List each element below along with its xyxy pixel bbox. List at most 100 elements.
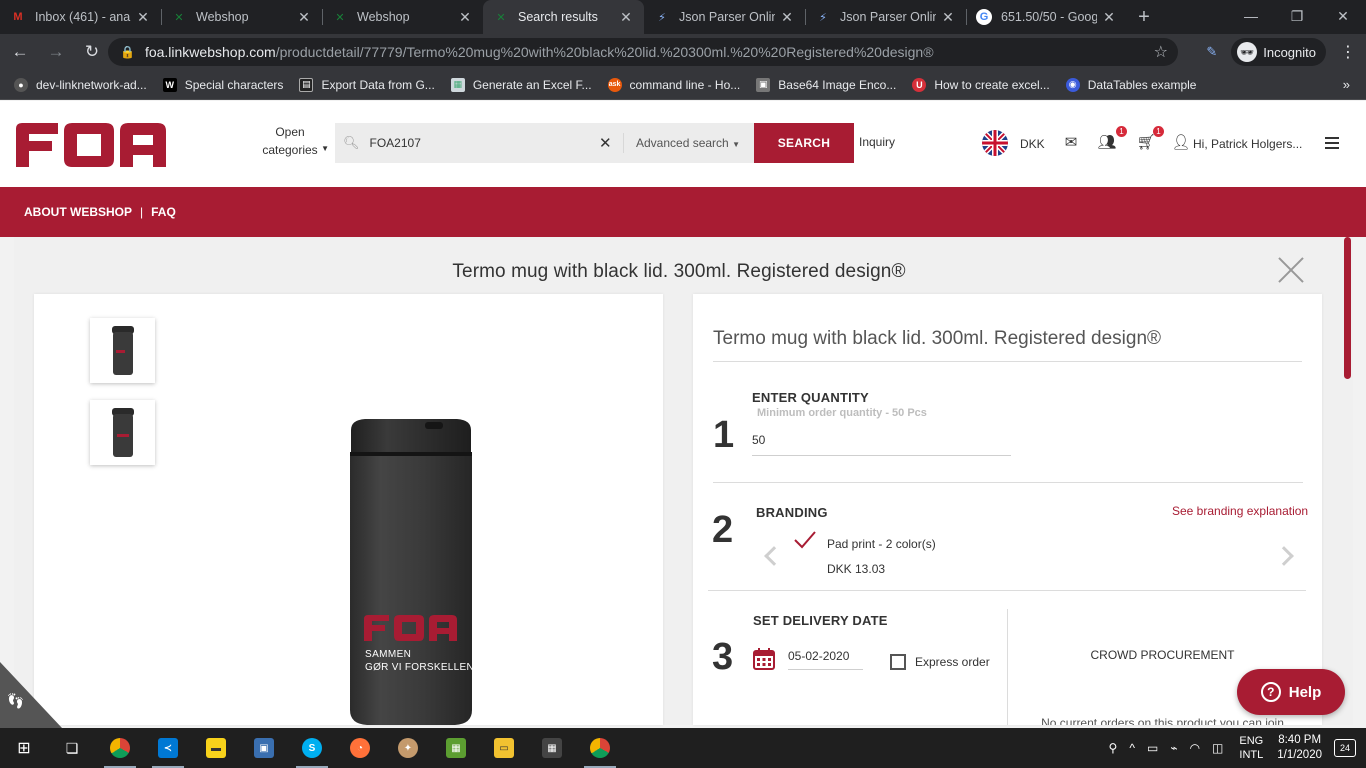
branding-option-name[interactable]: Pad print - 2 color(s) bbox=[827, 537, 936, 551]
delivery-date-input[interactable] bbox=[788, 642, 863, 670]
sticky-notes-icon[interactable]: ▬ bbox=[192, 728, 240, 768]
express-order-checkbox[interactable]: Express order bbox=[890, 654, 990, 670]
bookmark-star-icon[interactable]: ☆ bbox=[1154, 42, 1168, 62]
step-label: ENTER QUANTITY bbox=[752, 390, 869, 405]
footprints-icon[interactable]: 👣︎ bbox=[6, 692, 25, 710]
reload-icon[interactable]: ↻ bbox=[76, 36, 108, 68]
bookmark-item[interactable]: ▤ Export Data from G... bbox=[299, 77, 435, 92]
inquiry-link[interactable]: Inquiry bbox=[859, 135, 895, 149]
foa-logo[interactable] bbox=[14, 121, 168, 169]
language-indicator[interactable]: ENG INTL bbox=[1239, 734, 1263, 762]
bookmark-item[interactable]: ▦ Generate an Excel F... bbox=[450, 77, 592, 92]
task-view-icon[interactable]: ❏ bbox=[48, 728, 96, 768]
browser-tab-active[interactable]: ✕ Search results ✕ bbox=[483, 0, 644, 34]
mug-thumbnail-image bbox=[111, 325, 134, 375]
tab-close-icon[interactable]: ✕ bbox=[135, 9, 151, 26]
restore-icon[interactable]: ❐ bbox=[1274, 0, 1320, 32]
tray-chevron-icon[interactable]: ^ bbox=[1129, 741, 1135, 755]
incognito-indicator[interactable]: 🕶 Incognito bbox=[1231, 38, 1326, 66]
bookmark-item[interactable]: ask command line - Ho... bbox=[607, 77, 740, 92]
clear-search-icon[interactable]: ✕ bbox=[599, 134, 612, 152]
bookmark-item[interactable]: ◉ DataTables example bbox=[1065, 77, 1196, 92]
bookmark-item[interactable]: ▣ Base64 Image Enco... bbox=[756, 77, 896, 92]
chrome-taskbar-icon[interactable] bbox=[576, 728, 624, 768]
address-bar[interactable]: 🔒 foa.linkwebshop.com/productdetail/7777… bbox=[108, 38, 1178, 66]
product-modal: Termo mug with black lid. 300ml. Registe… bbox=[14, 237, 1344, 725]
cart-icon[interactable]: 🛒︎ bbox=[1136, 134, 1155, 151]
tab-close-icon[interactable]: ✕ bbox=[457, 9, 473, 26]
menu-dots-icon[interactable]: ⋮ bbox=[1340, 42, 1356, 62]
bookmark-item[interactable]: ● dev-linknetwork-ad... bbox=[14, 77, 147, 92]
bookmarks-overflow-icon[interactable]: » bbox=[1343, 77, 1350, 92]
skype-taskbar-icon[interactable]: S bbox=[288, 728, 336, 768]
browser-tab[interactable]: M Inbox (461) - anan ✕ bbox=[0, 0, 161, 34]
product-thumbnail[interactable] bbox=[90, 318, 155, 383]
tab-close-icon[interactable]: ✕ bbox=[296, 9, 312, 26]
calculator-icon[interactable]: ▦ bbox=[528, 728, 576, 768]
browser-tab[interactable]: ⚡ Json Parser Online ✕ bbox=[805, 0, 966, 34]
branding-explanation-link[interactable]: See branding explanation bbox=[1172, 504, 1308, 518]
browser-tab[interactable]: ✕ Webshop ✕ bbox=[322, 0, 483, 34]
mug-thumbnail-image bbox=[111, 407, 134, 457]
chevron-right-icon[interactable] bbox=[1274, 546, 1294, 566]
network-app-icon[interactable]: ▣ bbox=[240, 728, 288, 768]
clock[interactable]: 8:40 PM 1/1/2020 bbox=[1277, 733, 1322, 763]
browser-tab[interactable]: G 651.50/50 - Googl ✕ bbox=[966, 0, 1127, 34]
user-greeting[interactable]: Hi, Patrick Holgers... bbox=[1193, 137, 1302, 151]
volume-icon[interactable]: ◫ bbox=[1212, 741, 1223, 755]
about-webshop-link[interactable]: ABOUT WEBSHOP bbox=[24, 205, 132, 219]
windows-start-icon[interactable]: ⊞ bbox=[0, 728, 48, 768]
excel-doc-icon: ▦ bbox=[450, 77, 465, 92]
hamburger-menu-icon[interactable] bbox=[1325, 137, 1339, 149]
close-modal-icon[interactable] bbox=[1278, 257, 1304, 283]
chrome-taskbar-icon[interactable] bbox=[96, 728, 144, 768]
quantity-input[interactable] bbox=[752, 424, 1011, 456]
uk-flag-icon[interactable] bbox=[982, 130, 1008, 156]
faq-link[interactable]: FAQ bbox=[151, 205, 176, 219]
keyboard-layout: INTL bbox=[1239, 749, 1264, 761]
gmail-icon: M bbox=[13, 11, 23, 23]
notifications-icon[interactable]: 24 bbox=[1334, 739, 1356, 757]
chevron-left-icon[interactable] bbox=[764, 546, 784, 566]
tab-close-icon[interactable]: ✕ bbox=[779, 9, 795, 26]
browser-tab[interactable]: ✕ Webshop ✕ bbox=[161, 0, 322, 34]
step-label: SET DELIVERY DATE bbox=[753, 613, 888, 628]
firefox-icon[interactable]: ◔ bbox=[336, 728, 384, 768]
browser-tab[interactable]: ⚡ Json Parser Online ✕ bbox=[644, 0, 805, 34]
step-number: 2 bbox=[712, 509, 734, 551]
close-window-icon[interactable]: ✕ bbox=[1320, 0, 1366, 32]
help-button[interactable]: ? Help bbox=[1237, 669, 1345, 715]
currency-selector[interactable]: DKK bbox=[1020, 137, 1045, 151]
back-icon[interactable]: ← bbox=[4, 36, 36, 68]
spreadsheet-app-icon[interactable]: ▦ bbox=[432, 728, 480, 768]
tab-close-icon[interactable]: ✕ bbox=[940, 9, 956, 26]
wifi-icon[interactable]: ◠ bbox=[1190, 741, 1200, 755]
webshop-icon: ✕ bbox=[496, 11, 506, 24]
mail-icon[interactable]: ✉ bbox=[1062, 134, 1080, 151]
scrollbar-thumb[interactable] bbox=[1344, 237, 1351, 379]
checkbox-box[interactable] bbox=[890, 654, 906, 670]
bookmark-item[interactable]: W Special characters bbox=[162, 77, 283, 92]
bookmark-item[interactable]: U How to create excel... bbox=[912, 77, 1050, 92]
users-icon[interactable]: 👥︎ bbox=[1097, 134, 1116, 151]
windows-taskbar: ⊞ ❏ ≺ ▬ ▣ S ◔ ✦ ▦ ▭ ▦ ⚲ ^ ▭ ⌁ ◠ ◫ ENG IN… bbox=[0, 728, 1366, 768]
tab-close-icon[interactable]: ✕ bbox=[1101, 9, 1117, 26]
open-categories-button[interactable]: Open categories ▼ bbox=[255, 123, 329, 159]
forward-icon[interactable]: → bbox=[40, 36, 72, 68]
vscode-taskbar-icon[interactable]: ≺ bbox=[144, 728, 192, 768]
people-icon[interactable]: ⚲ bbox=[1109, 741, 1118, 755]
advanced-search-dropdown[interactable]: Advanced search ▼ bbox=[636, 136, 740, 150]
search-button[interactable]: SEARCH bbox=[754, 123, 854, 163]
eyedropper-icon[interactable]: ✎ bbox=[1206, 44, 1217, 60]
tab-close-icon[interactable]: ✕ bbox=[618, 9, 634, 26]
product-thumbnail[interactable] bbox=[90, 400, 155, 465]
network-icon[interactable]: ⌁ bbox=[1170, 741, 1177, 755]
file-explorer-icon[interactable]: ▭ bbox=[480, 728, 528, 768]
divider bbox=[623, 133, 624, 153]
battery-icon[interactable]: ▭ bbox=[1147, 741, 1158, 755]
paint-icon[interactable]: ✦ bbox=[384, 728, 432, 768]
new-tab-button[interactable]: + bbox=[1127, 0, 1161, 34]
calendar-icon[interactable] bbox=[753, 648, 775, 670]
minimize-icon[interactable]: — bbox=[1228, 0, 1274, 32]
search-input[interactable] bbox=[369, 136, 610, 150]
